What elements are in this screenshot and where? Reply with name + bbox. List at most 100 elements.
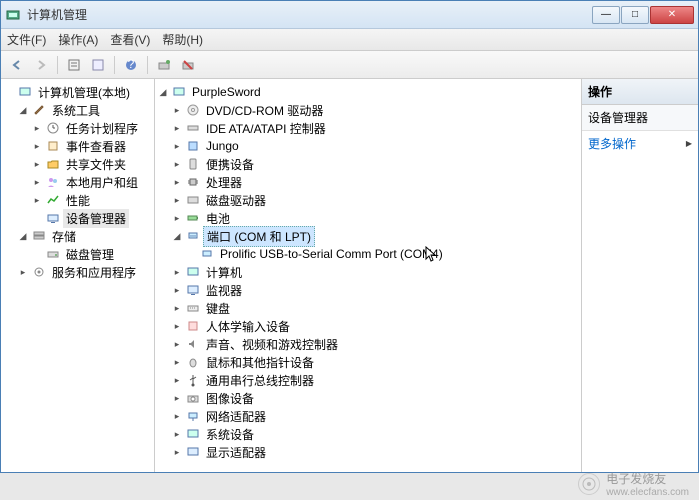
properties-button[interactable] [64,55,84,75]
mouse-icon [185,354,201,370]
battery-icon [185,210,201,226]
portable-icon [185,156,201,172]
device-hid[interactable]: ▸人体学输入设备 [157,317,579,335]
menu-view[interactable]: 查看(V) [110,31,150,48]
system-icon [185,426,201,442]
device-icon [45,210,61,226]
disk-icon [45,246,61,262]
scan-hardware-button[interactable] [154,55,174,75]
chevron-right-icon: ▶ [686,139,692,148]
device-sound[interactable]: ▸声音、视频和游戏控制器 [157,335,579,353]
folder-icon [45,156,61,172]
computer-icon [171,84,187,100]
content-area: ▸计算机管理(本地) ◢系统工具 ▸任务计划程序 ▸事件查看器 ▸共享文件夹 ▸… [1,79,698,472]
watermark-url: www.elecfans.com [606,487,689,498]
device-usb[interactable]: ▸通用串行总线控制器 [157,371,579,389]
computer-icon [185,264,201,280]
window-buttons: — □ ✕ [592,6,694,24]
camera-icon [185,390,201,406]
tree-services-apps[interactable]: ▸服务和应用程序 [3,263,152,281]
menu-action[interactable]: 操作(A) [58,31,98,48]
monitor-icon [185,282,201,298]
menu-file[interactable]: 文件(F) [7,31,46,48]
sound-icon [185,336,201,352]
app-window: 计算机管理 — □ ✕ 文件(F) 操作(A) 查看(V) 帮助(H) ? ▸计… [0,0,699,473]
device-processors[interactable]: ▸处理器 [157,173,579,191]
watermark: 电子发烧友 www.elecfans.com [578,470,689,498]
jungo-icon [185,138,201,154]
dvd-icon [185,102,201,118]
watermark-brand: 电子发烧友 [606,470,689,487]
titlebar: 计算机管理 — □ ✕ [1,1,698,29]
close-button[interactable]: ✕ [650,6,694,24]
forward-button[interactable] [31,55,51,75]
tree-shared-folders[interactable]: ▸共享文件夹 [3,155,152,173]
device-system[interactable]: ▸系统设备 [157,425,579,443]
device-mice[interactable]: ▸鼠标和其他指针设备 [157,353,579,371]
device-batteries[interactable]: ▸电池 [157,209,579,227]
device-jungo[interactable]: ▸Jungo [157,137,579,155]
device-root[interactable]: ◢PurpleSword [157,83,579,101]
svg-text:?: ? [128,58,135,71]
window-title: 计算机管理 [27,6,592,23]
maximize-button[interactable]: □ [621,6,649,24]
storage-icon [31,228,47,244]
device-ide[interactable]: ▸IDE ATA/ATAPI 控制器 [157,119,579,137]
separator [147,56,148,74]
left-tree-pane[interactable]: ▸计算机管理(本地) ◢系统工具 ▸任务计划程序 ▸事件查看器 ▸共享文件夹 ▸… [1,79,155,472]
tree-disk-management[interactable]: ▸磁盘管理 [3,245,152,263]
tree-local-users[interactable]: ▸本地用户和组 [3,173,152,191]
tools-icon [31,102,47,118]
tree-task-scheduler[interactable]: ▸任务计划程序 [3,119,152,137]
tree-performance[interactable]: ▸性能 [3,191,152,209]
device-monitors[interactable]: ▸监视器 [157,281,579,299]
device-tree-pane[interactable]: ◢PurpleSword ▸DVD/CD-ROM 驱动器 ▸IDE ATA/AT… [155,79,582,472]
services-icon [31,264,47,280]
minimize-button[interactable]: — [592,6,620,24]
hdd-icon [185,192,201,208]
ide-icon [185,120,201,136]
device-portable[interactable]: ▸便携设备 [157,155,579,173]
perf-icon [45,192,61,208]
computer-icon [17,84,33,100]
port-icon [185,228,201,244]
actions-pane: 操作 设备管理器 更多操作▶ [582,79,698,472]
actions-header: 操作 [582,79,698,105]
device-computer[interactable]: ▸计算机 [157,263,579,281]
tree-event-viewer[interactable]: ▸事件查看器 [3,137,152,155]
hid-icon [185,318,201,334]
watermark-icon [578,473,600,495]
actions-section-title: 设备管理器 [582,105,698,131]
toolbar: ? [1,51,698,79]
help-button[interactable]: ? [121,55,141,75]
toolbar-icon[interactable] [88,55,108,75]
tree-device-manager[interactable]: ▸设备管理器 [3,209,152,227]
device-display[interactable]: ▸显示适配器 [157,443,579,461]
separator [114,56,115,74]
menu-help[interactable]: 帮助(H) [162,31,203,48]
device-imaging[interactable]: ▸图像设备 [157,389,579,407]
separator [57,56,58,74]
device-ports[interactable]: ◢端口 (COM 和 LPT) [157,227,579,245]
network-icon [185,408,201,424]
users-icon [45,174,61,190]
back-button[interactable] [7,55,27,75]
cpu-icon [185,174,201,190]
event-icon [45,138,61,154]
tree-storage[interactable]: ◢存储 [3,227,152,245]
tree-root[interactable]: ▸计算机管理(本地) [3,83,152,101]
menubar: 文件(F) 操作(A) 查看(V) 帮助(H) [1,29,698,51]
serial-port-icon [199,246,215,262]
device-keyboards[interactable]: ▸键盘 [157,299,579,317]
clock-icon [45,120,61,136]
tree-system-tools[interactable]: ◢系统工具 [3,101,152,119]
more-actions-link[interactable]: 更多操作▶ [582,131,698,156]
device-prolific-com4[interactable]: ▸Prolific USB-to-Serial Comm Port (COM4) [157,245,579,263]
app-icon [5,7,21,23]
device-disk-drives[interactable]: ▸磁盘驱动器 [157,191,579,209]
device-network[interactable]: ▸网络适配器 [157,407,579,425]
device-dvd[interactable]: ▸DVD/CD-ROM 驱动器 [157,101,579,119]
uninstall-button[interactable] [178,55,198,75]
usb-icon [185,372,201,388]
display-icon [185,444,201,460]
